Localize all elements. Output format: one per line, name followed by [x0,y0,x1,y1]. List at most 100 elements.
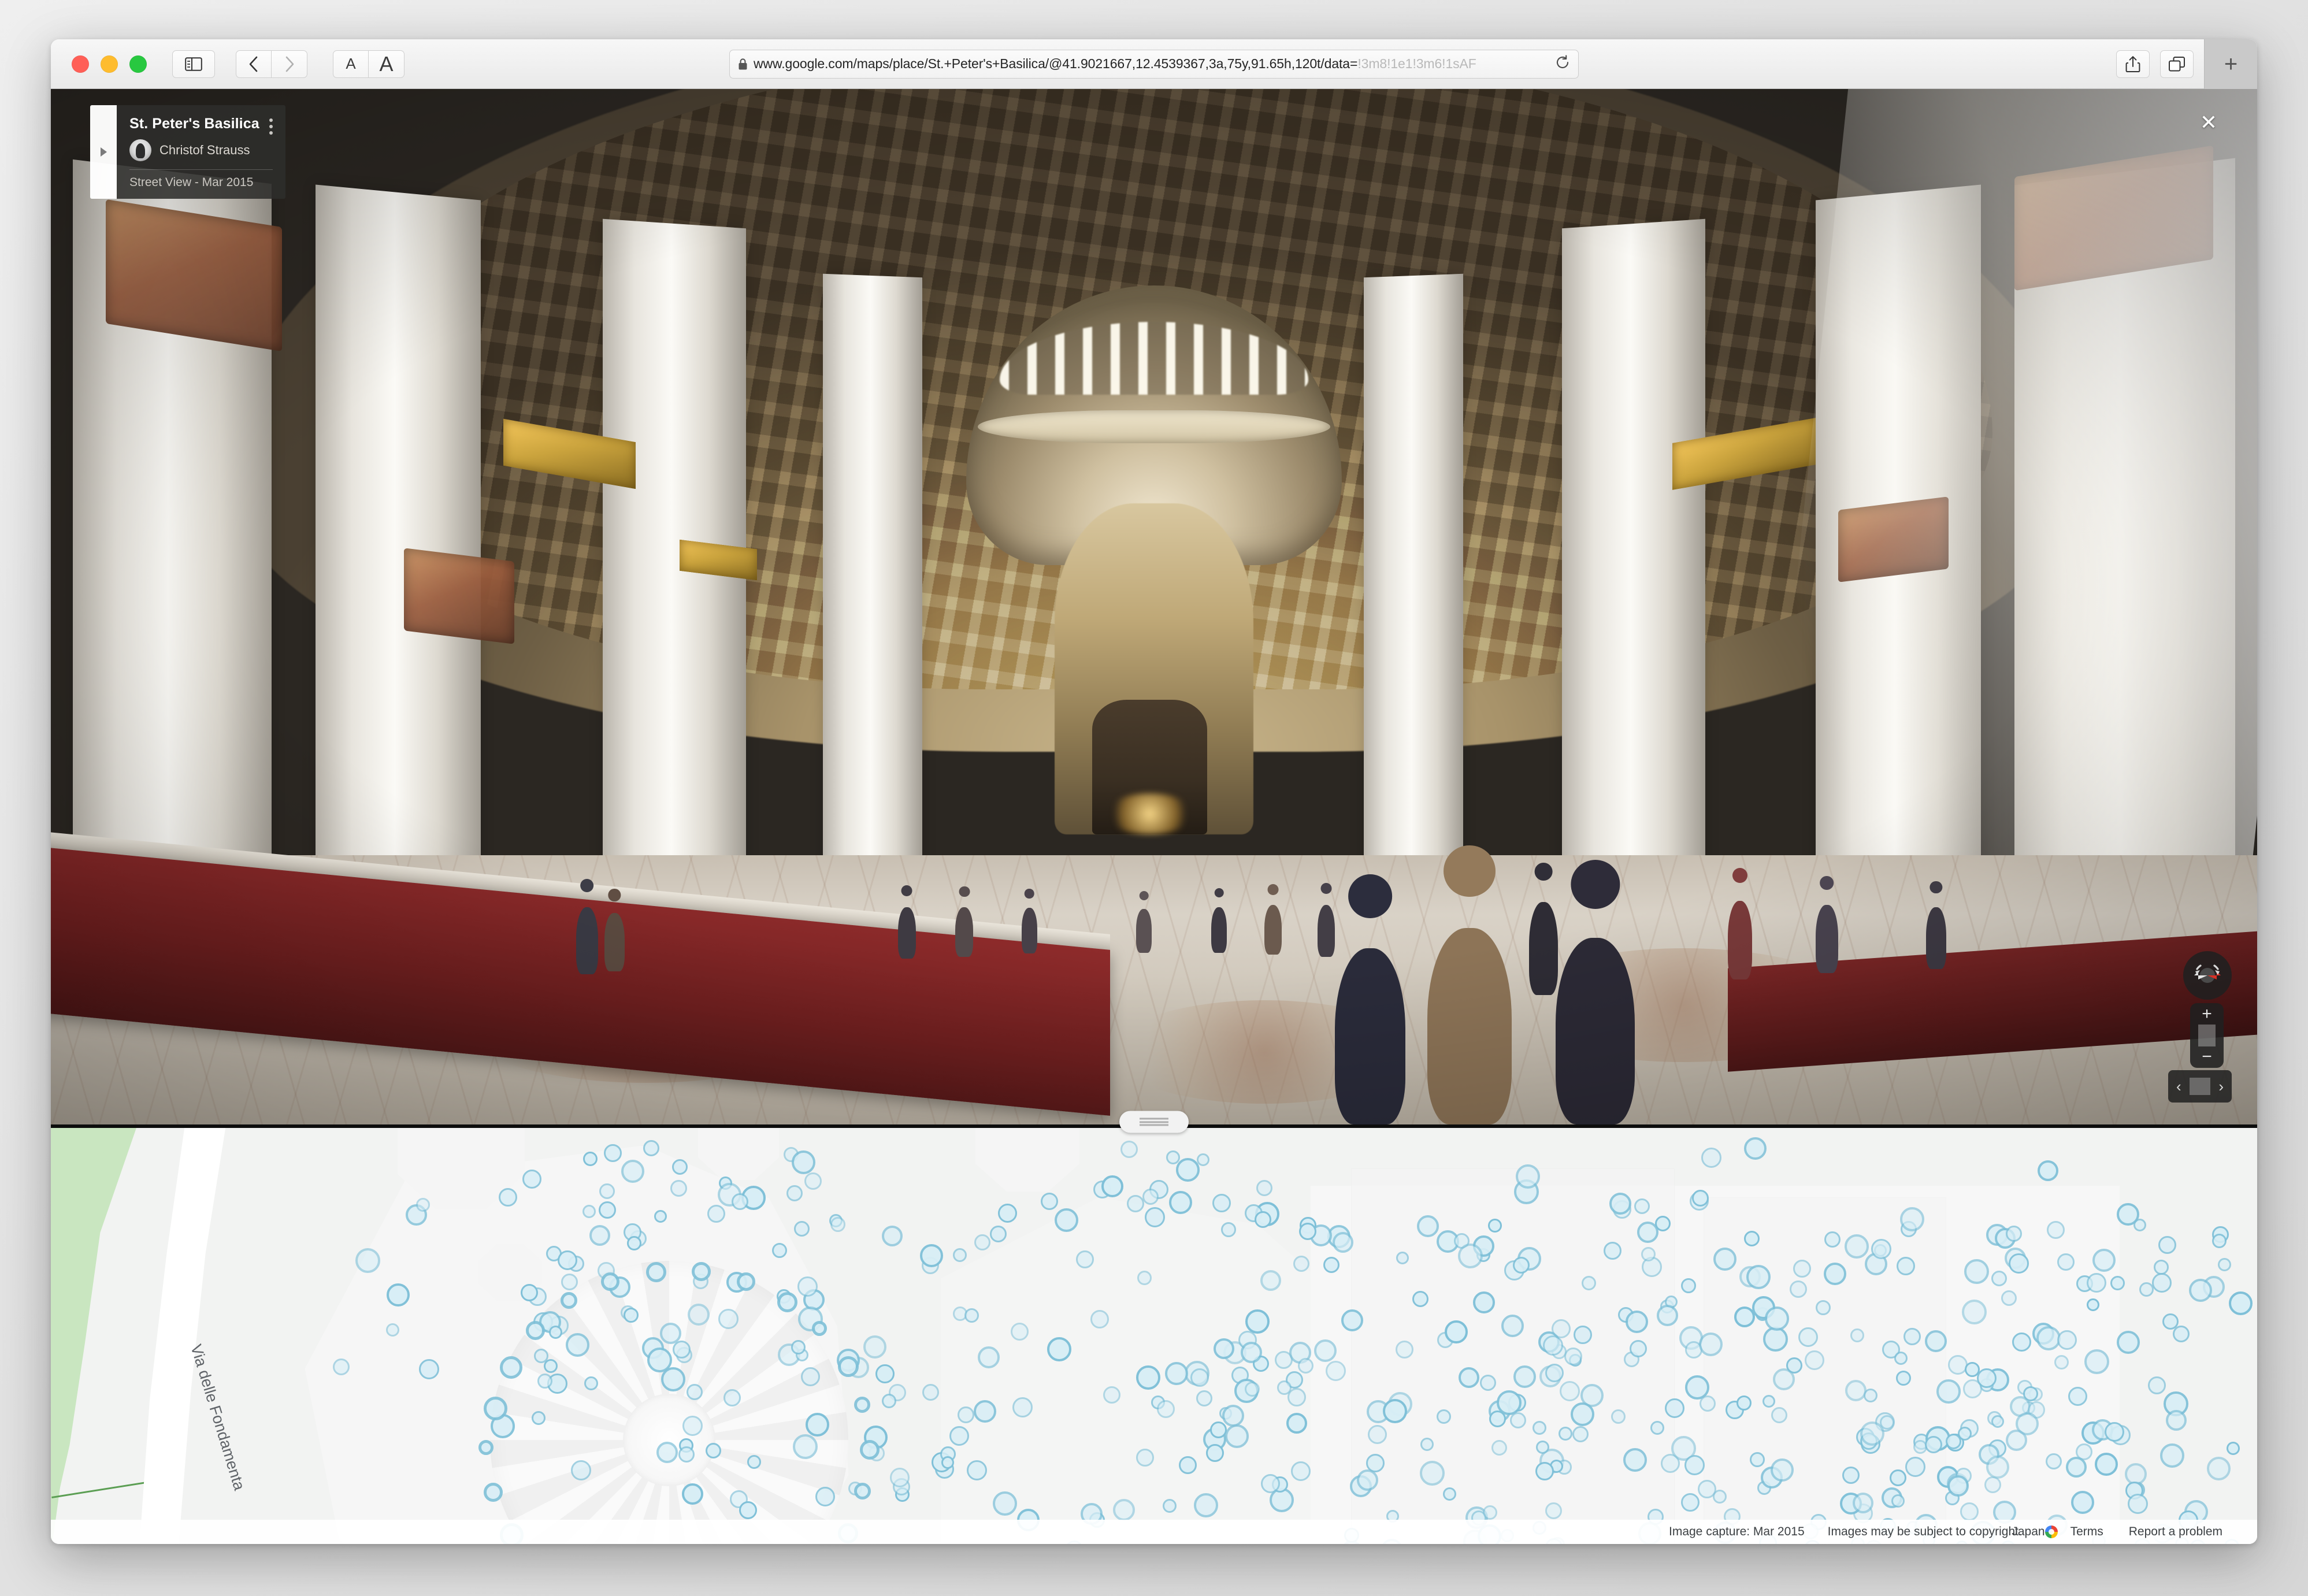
photo-sphere-marker[interactable] [2057,1253,2075,1271]
photo-sphere-marker[interactable] [1762,1395,1775,1408]
photo-sphere-marker[interactable] [1261,1474,1280,1493]
photo-sphere-marker[interactable] [1936,1379,1961,1404]
photo-sphere-marker[interactable] [1896,1371,1911,1386]
photo-sphere-marker[interactable] [737,1272,755,1291]
photo-sphere-marker[interactable] [1194,1493,1218,1517]
photo-sphere-marker[interactable] [1771,1407,1787,1423]
photo-sphere-marker[interactable] [1197,1153,1209,1166]
photo-sphere-marker[interactable] [1991,1271,2007,1286]
photo-sphere-marker[interactable] [1947,1475,1969,1497]
photo-sphere-marker[interactable] [1977,1368,1997,1388]
photo-sphere-marker[interactable] [1946,1434,1961,1449]
photo-sphere-marker[interactable] [1890,1469,1906,1486]
photo-sphere-marker[interactable] [941,1456,954,1469]
photo-sphere-marker[interactable] [2087,1298,2099,1311]
photo-sphere-marker[interactable] [747,1455,761,1469]
photo-sphere-marker[interactable] [1871,1239,1891,1259]
photo-sphere-marker[interactable] [526,1321,545,1340]
street-view-zoom-in-button[interactable]: + [2190,1003,2224,1025]
photo-sphere-marker[interactable] [1298,1358,1313,1374]
expand-panel-button[interactable] [90,105,117,199]
photo-sphere-marker[interactable] [772,1243,787,1258]
photo-sphere-marker[interactable] [2023,1386,2038,1401]
photo-sphere-marker[interactable] [1665,1398,1684,1418]
sidebar-toggle-button[interactable] [172,50,215,78]
address-bar[interactable]: www.google.com/maps/place/St.+Peter's+Ba… [729,49,1579,79]
photo-sphere-marker[interactable] [1736,1395,1752,1411]
photo-sphere-marker[interactable] [804,1172,822,1190]
photo-sphere-marker[interactable] [993,1491,1017,1516]
photo-sphere-marker[interactable] [387,1283,410,1307]
photo-sphere-marker[interactable] [2009,1253,2029,1274]
photo-sphere-marker[interactable] [1864,1389,1877,1402]
photo-sphere-marker[interactable] [584,1376,598,1390]
photo-sphere-marker[interactable] [1853,1493,1873,1513]
close-street-view-button[interactable]: ✕ [2192,106,2225,139]
photo-sphere-marker[interactable] [1214,1338,1234,1359]
photo-sphere-marker[interactable] [1210,1421,1227,1438]
photo-sphere-marker[interactable] [1473,1291,1495,1313]
photo-sphere-marker[interactable] [1545,1502,1562,1519]
photo-sphere-marker[interactable] [1157,1400,1175,1418]
photo-sphere-marker[interactable] [1960,1502,1979,1521]
photo-sphere-marker[interactable] [1964,1259,1989,1284]
photo-sphere-marker[interactable] [355,1248,380,1273]
photo-sphere-marker[interactable] [815,1487,835,1506]
photo-sphere-marker[interactable] [1420,1461,1445,1486]
photo-sphere-marker[interactable] [2001,1290,2017,1306]
photo-sphere-marker[interactable] [1572,1426,1589,1442]
photo-sphere-marker[interactable] [478,1440,493,1455]
photo-sphere-marker[interactable] [2084,1349,2109,1374]
photo-sphere-marker[interactable] [1137,1271,1152,1285]
forward-button[interactable] [272,50,307,78]
photo-sphere-marker[interactable] [1225,1424,1249,1448]
photo-sphere-marker[interactable] [1368,1425,1387,1444]
photo-sphere-marker[interactable] [601,1272,619,1291]
photo-sphere-marker[interactable] [718,1309,739,1329]
photo-sphere-marker[interactable] [583,1152,598,1166]
photo-sphere-marker[interactable] [532,1411,546,1425]
photo-sphere-marker[interactable] [1260,1270,1281,1291]
photo-sphere-marker[interactable] [1326,1361,1346,1381]
photo-sphere-marker[interactable] [333,1359,350,1375]
photo-sphere-marker[interactable] [990,1226,1007,1242]
photo-sphere-marker[interactable] [1685,1375,1709,1400]
photo-sphere-marker[interactable] [1047,1337,1071,1361]
photo-sphere-marker[interactable] [1055,1208,1078,1232]
photo-sphere-marker[interactable] [812,1321,827,1336]
photo-sphere-marker[interactable] [2212,1234,2227,1248]
photo-sphere-marker[interactable] [1497,1390,1522,1415]
photo-sphere-marker[interactable] [723,1389,741,1406]
photo-sphere-marker[interactable] [1661,1454,1680,1473]
photo-sphere-marker[interactable] [854,1483,871,1500]
photo-sphere-marker[interactable] [621,1160,644,1183]
photo-sphere-marker[interactable] [1103,1386,1120,1404]
photo-sphere-marker[interactable] [534,1349,548,1363]
photo-sphere-marker[interactable] [521,1284,538,1301]
photo-sphere-marker[interactable] [2095,1453,2118,1476]
photo-sphere-marker[interactable] [1962,1300,1987,1324]
photo-sphere-marker[interactable] [2012,1333,2031,1352]
photo-sphere-marker[interactable] [1545,1364,1564,1382]
photo-sphere-marker[interactable] [1383,1399,1407,1423]
photo-sphere-marker[interactable] [643,1140,659,1156]
photo-sphere-marker[interactable] [682,1483,703,1505]
photo-sphere-marker[interactable] [2154,1260,2169,1275]
terms-link[interactable]: Terms [2070,1525,2103,1539]
photo-sphere-marker[interactable] [739,1501,757,1519]
photo-sphere-marker[interactable] [1574,1326,1592,1344]
photo-sphere-marker[interactable] [1630,1340,1647,1357]
photo-sphere-marker[interactable] [1991,1415,2004,1428]
photo-sphere-marker[interactable] [1445,1320,1468,1343]
photo-sphere-marker[interactable] [2148,1376,2166,1394]
photo-sphere-marker[interactable] [2207,1457,2231,1480]
photo-sphere-marker[interactable] [1286,1413,1307,1434]
photo-sphere-marker[interactable] [647,1348,672,1372]
photo-sphere-marker[interactable] [1501,1315,1524,1337]
photo-sphere-marker[interactable] [1222,1405,1244,1427]
photo-sphere-marker[interactable] [582,1205,596,1218]
reload-button[interactable] [1555,54,1570,73]
photo-sphere-marker[interactable] [1903,1328,1921,1345]
back-button[interactable] [236,50,272,78]
photo-sphere-marker[interactable] [1480,1375,1496,1391]
